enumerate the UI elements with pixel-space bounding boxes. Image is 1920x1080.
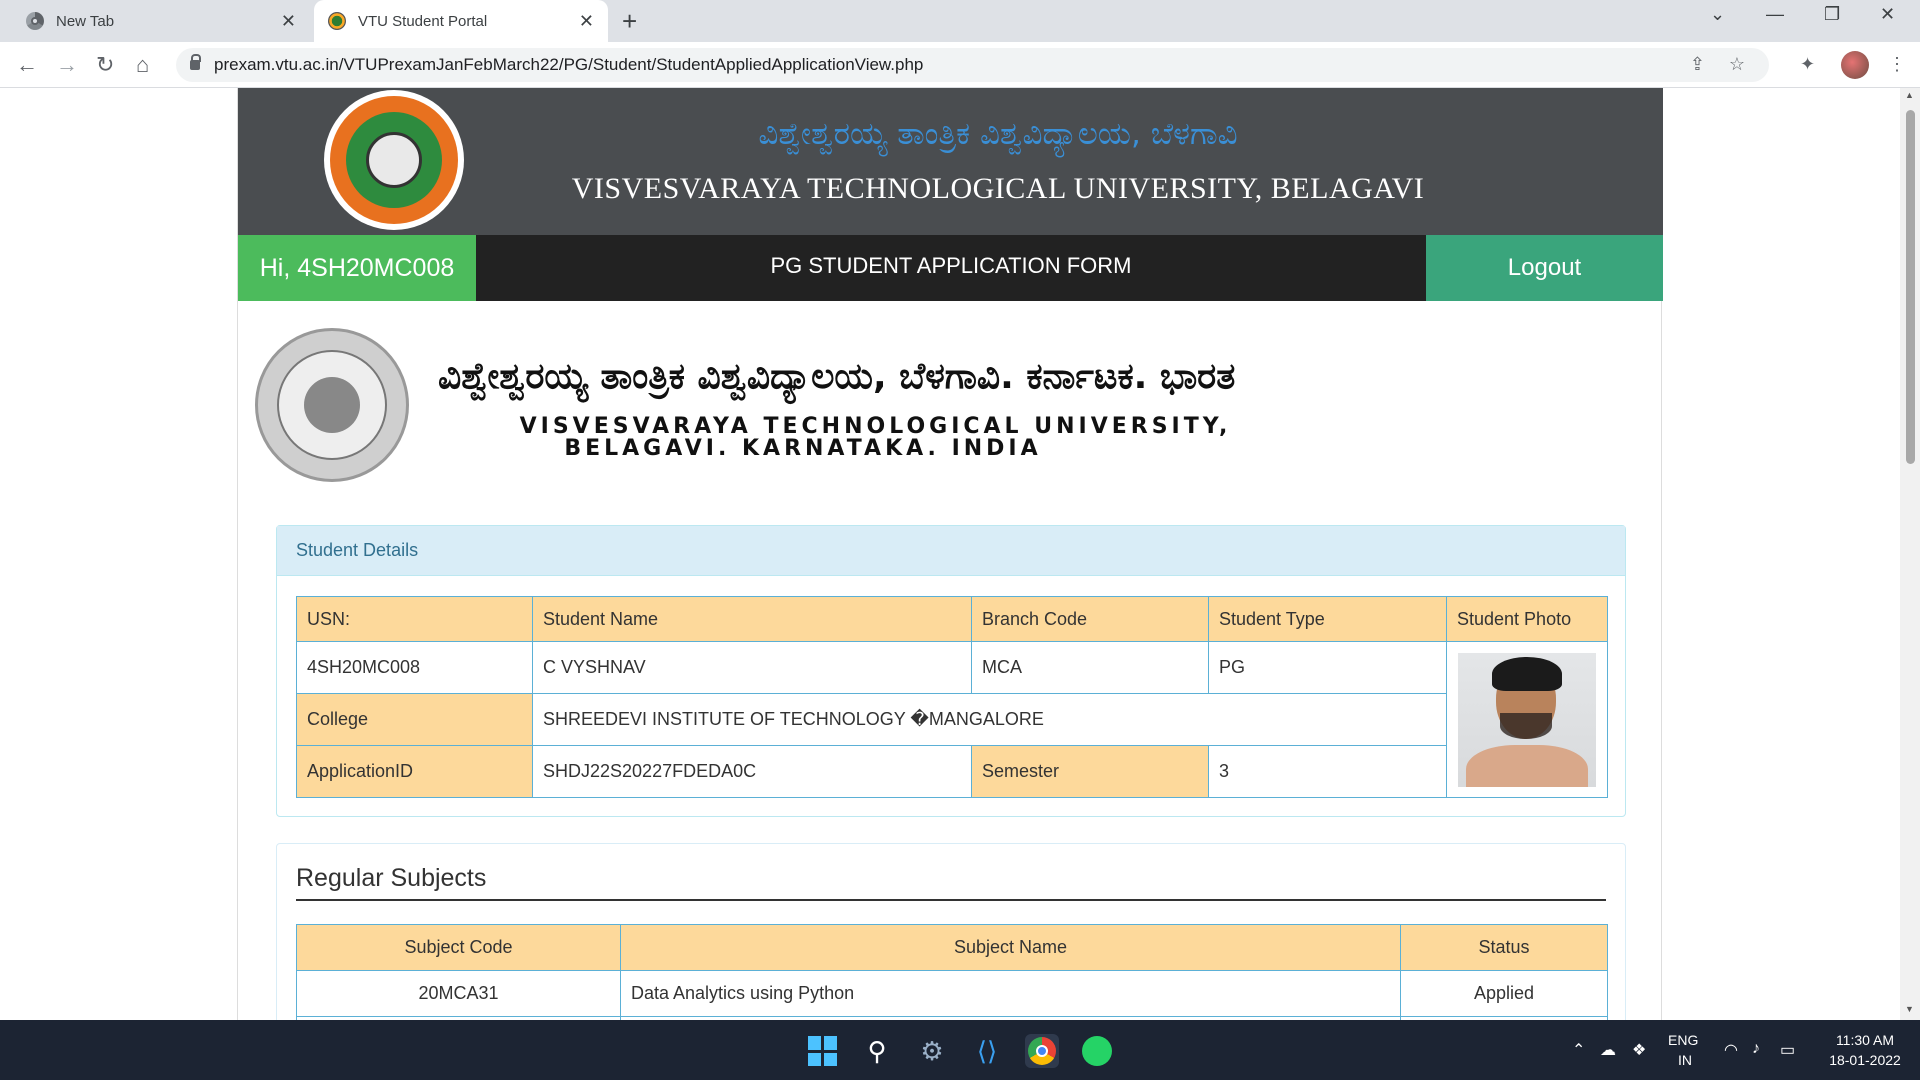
forward-arrow-icon[interactable]: → [56, 52, 78, 78]
show-hidden-icons-chevron-icon[interactable]: ⌃ [1572, 1040, 1585, 1060]
tab-new-tab[interactable]: New Tab ✕ [10, 0, 310, 42]
vtu-logo [324, 90, 464, 230]
windows-start-icon[interactable] [806, 1034, 840, 1068]
student-photo [1458, 652, 1596, 787]
vtu-favicon-icon [328, 12, 346, 30]
page-scrollbar[interactable]: ▲ ▼ [1900, 88, 1920, 1020]
lock-icon[interactable] [190, 54, 201, 70]
branch-code-value: MCA [971, 641, 1209, 694]
subject-name-cell: Data Analytics using Python [620, 970, 1401, 1017]
student-details-panel: Student Details USN: Student Name Branch… [276, 525, 1626, 817]
table-row: 20MCA31 Data Analytics using Python Appl… [296, 970, 1608, 1017]
regular-subjects-heading: Regular Subjects [296, 864, 1606, 901]
extensions-puzzle-icon[interactable]: ✦ [1800, 54, 1815, 75]
college-value: SHREEDEVI INSTITUTE OF TECHNOLOGY �MANGA… [532, 693, 1447, 746]
windows-taskbar: ⚲ ⚙ ⟨⟩ ⌃ ☁ ❖ ENG IN ◠ ♪ ▭ 11:30 AM 18-01… [0, 1020, 1920, 1080]
regular-subjects-panel: Regular Subjects Subject Code Subject Na… [276, 843, 1626, 1020]
profile-avatar[interactable] [1841, 51, 1869, 79]
scrollbar-thumb[interactable] [1906, 110, 1915, 464]
form-title: PG STUDENT APPLICATION FORM [770, 253, 1132, 278]
browser-toolbar: ← → ↻ ⌂ prexam.vtu.ac.in/VTUPrexamJanFeb… [0, 42, 1920, 88]
language-indicator[interactable]: ENG [1668, 1032, 1698, 1048]
clock-date[interactable]: 18-01-2022 [1820, 1052, 1910, 1068]
restore-icon[interactable]: ❐ [1824, 4, 1840, 25]
student-photo-cell [1446, 641, 1608, 798]
chrome-icon [26, 12, 44, 30]
new-tab-button[interactable]: + [622, 6, 637, 37]
subject-code-header: Subject Code [296, 924, 621, 971]
scroll-up-arrow-icon[interactable]: ▲ [1905, 90, 1914, 100]
url-text: prexam.vtu.ac.in/VTUPrexamJanFebMarch22/… [214, 55, 924, 74]
address-bar[interactable]: prexam.vtu.ac.in/VTUPrexamJanFebMarch22/… [176, 48, 1769, 82]
bookmark-star-icon[interactable]: ☆ [1729, 54, 1745, 75]
settings-gear-icon[interactable]: ⚙ [915, 1034, 949, 1068]
application-id-value: SHDJ22S20227FDEDA0C [532, 745, 972, 798]
back-arrow-icon[interactable]: ← [16, 52, 38, 78]
clock-time[interactable]: 11:30 AM [1830, 1032, 1900, 1048]
search-icon[interactable]: ⚲ [860, 1034, 894, 1068]
semester-value: 3 [1208, 745, 1447, 798]
regular-subjects-table: Subject Code Subject Name Status 20MCA31… [296, 924, 1608, 1020]
battery-icon[interactable]: ▭ [1780, 1040, 1795, 1060]
user-greeting: Hi, 4SH20MC008 [238, 235, 476, 301]
college-label: College [296, 693, 533, 746]
minimize-icon[interactable]: — [1766, 4, 1784, 25]
branch-code-label: Branch Code [971, 596, 1209, 642]
tab-vtu-student-portal[interactable]: VTU Student Portal ✕ [314, 0, 608, 42]
student-name-label: Student Name [532, 596, 972, 642]
logout-button[interactable]: Logout [1426, 235, 1663, 301]
header-english-title: VISVESVARAYA TECHNOLOGICAL UNIVERSITY, B… [571, 172, 1425, 205]
student-type-value: PG [1208, 641, 1447, 694]
banner-kannada-text: ವಿಶ್ವೇಶ್ವರಯ್ಯ ತಾಂತ್ರಿಕ ವಿಶ್ವವಿದ್ಯಾಲಯ, ಬೆ… [438, 356, 1236, 397]
usn-label: USN: [296, 596, 533, 642]
banner-english-line2: BELAGAVI. KARNATAKA. INDIA [564, 436, 1042, 461]
status-cell: Applied [1400, 970, 1608, 1017]
student-type-label: Student Type [1208, 596, 1447, 642]
browser-tabbar: New Tab ✕ VTU Student Portal ✕ + ⌄ — ❐ ✕ [0, 0, 1920, 42]
share-icon[interactable]: ⇪ [1690, 54, 1705, 75]
region-indicator[interactable]: IN [1678, 1052, 1692, 1068]
window-close-icon[interactable]: ✕ [1880, 4, 1895, 25]
close-icon[interactable]: ✕ [579, 11, 594, 32]
volume-icon[interactable]: ♪ [1752, 1040, 1760, 1058]
university-header: ವಿಶ್ವೇಶ್ವರಯ್ಯ ತಾಂತ್ರಿಕ ವಿಶ್ವವಿದ್ಯಾಲಯ, ಬೆ… [238, 88, 1663, 235]
tab-title: VTU Student Portal [358, 12, 488, 30]
reload-icon[interactable]: ↻ [96, 52, 114, 78]
wifi-icon[interactable]: ◠ [1724, 1040, 1738, 1060]
vtu-seal-logo [255, 328, 409, 482]
subject-name-header: Subject Name [620, 924, 1401, 971]
page-viewport: ವಿಶ್ವೇಶ್ವರಯ್ಯ ತಾಂತ್ರಿಕ ವಿಶ್ವವಿದ್ಯಾಲಯ, ಬೆ… [0, 88, 1900, 1020]
page-container: ವಿಶ್ವೇಶ್ವರಯ್ಯ ತಾಂತ್ರಿಕ ವಿಶ್ವವಿದ್ಯಾಲಯ, ಬೆ… [237, 88, 1663, 1020]
student-name-value: C VYSHNAV [532, 641, 972, 694]
home-icon[interactable]: ⌂ [136, 52, 149, 78]
page-navbar: Hi, 4SH20MC008 PG STUDENT APPLICATION FO… [238, 235, 1663, 301]
tab-search-icon[interactable]: ⌄ [1710, 4, 1725, 25]
onedrive-cloud-icon[interactable]: ☁ [1600, 1040, 1616, 1060]
close-icon[interactable]: ✕ [281, 11, 296, 32]
usn-value: 4SH20MC008 [296, 641, 533, 694]
menu-kebab-icon[interactable]: ⋮ [1888, 54, 1906, 75]
header-kannada-title: ವಿಶ್ವೇಶ್ವರಯ್ಯ ತಾಂತ್ರಿಕ ವಿಶ್ವವಿದ್ಯಾಲಯ, ಬೆ… [758, 116, 1238, 152]
scroll-down-arrow-icon[interactable]: ▼ [1905, 1004, 1914, 1014]
whatsapp-icon[interactable] [1080, 1034, 1114, 1068]
student-details-heading: Student Details [277, 526, 1625, 576]
application-id-label: ApplicationID [296, 745, 533, 798]
chrome-taskbar-icon[interactable] [1025, 1034, 1059, 1068]
status-header: Status [1400, 924, 1608, 971]
student-photo-label: Student Photo [1446, 596, 1608, 642]
student-details-table: USN: Student Name Branch Code Student Ty… [296, 596, 1608, 798]
tab-title: New Tab [56, 12, 115, 30]
subject-code-cell: 20MCA31 [296, 970, 621, 1017]
dropbox-icon[interactable]: ❖ [1632, 1040, 1646, 1060]
vscode-icon[interactable]: ⟨⟩ [970, 1034, 1004, 1068]
semester-label: Semester [971, 745, 1209, 798]
